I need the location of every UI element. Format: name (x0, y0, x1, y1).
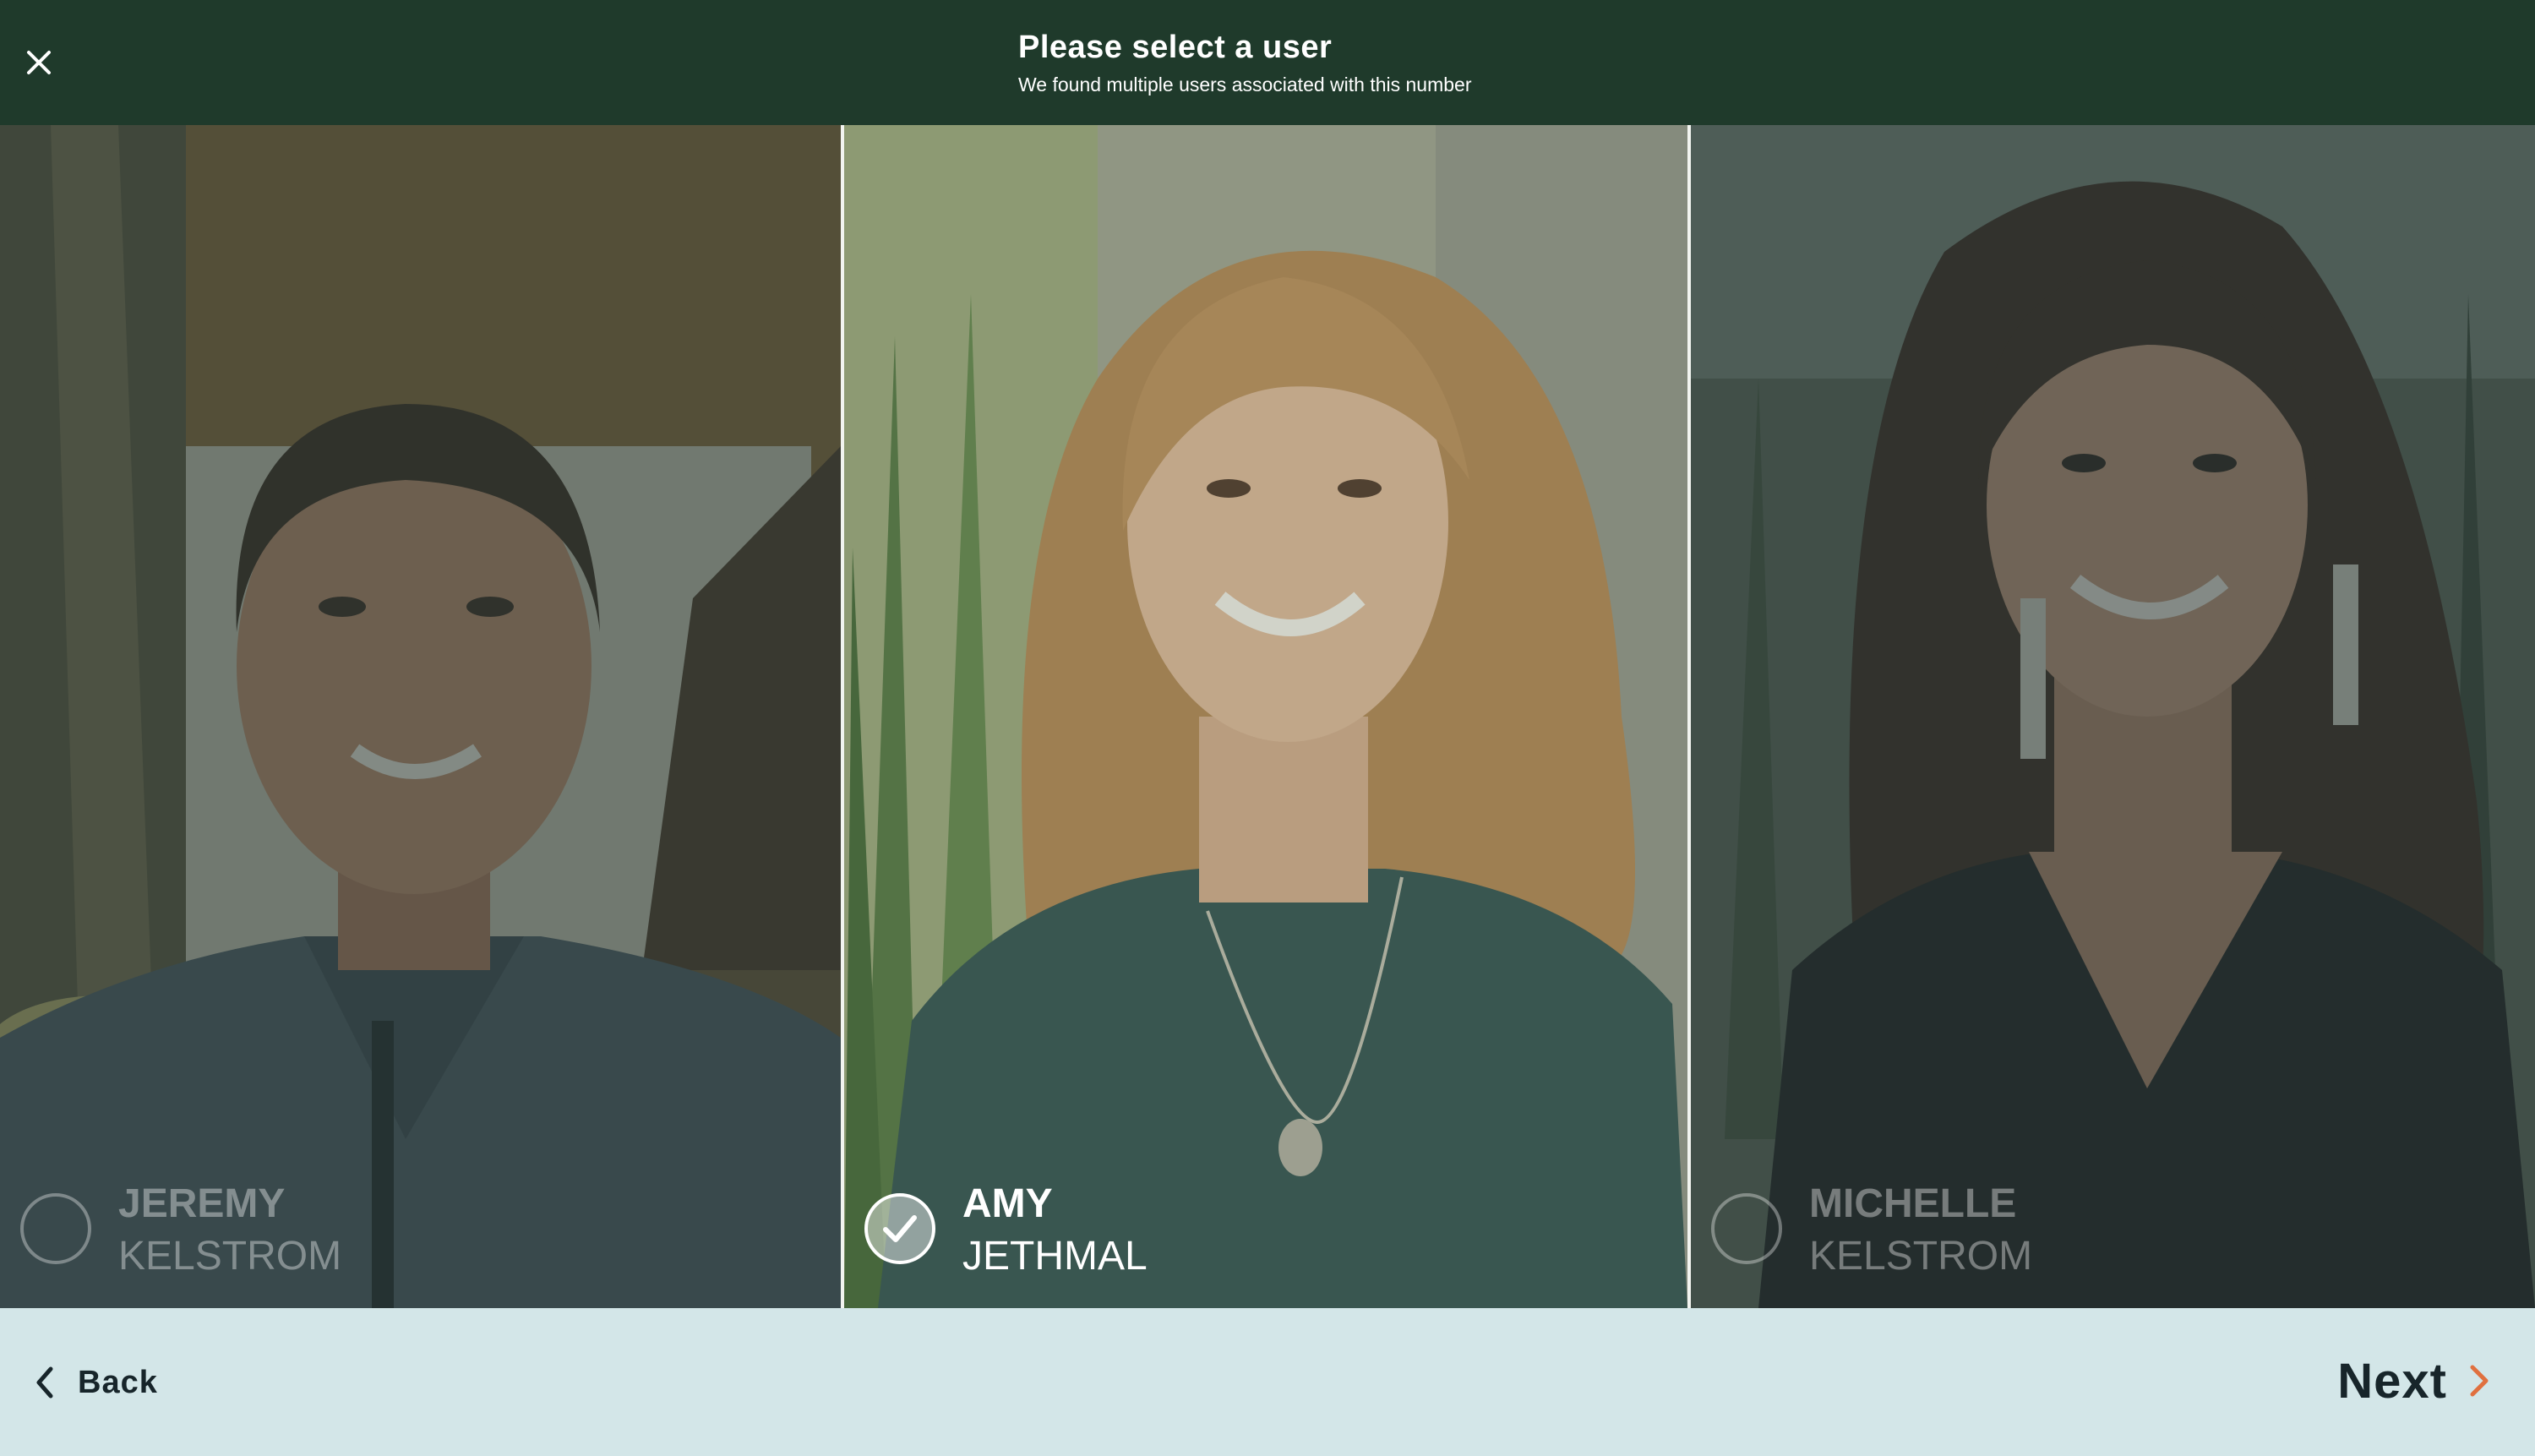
user-first-name: JEREMY (118, 1181, 286, 1226)
next-button[interactable]: Next (2337, 1345, 2491, 1416)
user-last-name: KELSTROM (1809, 1234, 2033, 1279)
user-last-name: KELSTROM (118, 1234, 342, 1279)
footer: Back Next (0, 1308, 2535, 1456)
user-first-name: MICHELLE (1809, 1181, 2017, 1226)
user-card-amy[interactable]: AMY JETHMAL (844, 125, 1687, 1308)
close-icon (27, 51, 51, 74)
radio-checked[interactable] (864, 1193, 935, 1264)
unselected-overlay (0, 125, 841, 1308)
close-button[interactable] (19, 37, 59, 88)
unselected-overlay (1691, 125, 2535, 1308)
title-block: Please select a user We found multiple u… (1018, 25, 1472, 98)
chevron-right-icon (2470, 1365, 2489, 1397)
user-first-name: AMY (962, 1181, 1053, 1226)
check-icon (883, 1215, 917, 1242)
radio-unchecked[interactable] (1711, 1193, 1782, 1264)
selected-overlay (844, 125, 1687, 1308)
user-card-michelle[interactable]: MICHELLE KELSTROM (1691, 125, 2535, 1308)
user-last-name: JETHMAL (962, 1234, 1148, 1279)
page-subtitle: We found multiple users associated with … (1018, 74, 1472, 95)
radio-unchecked[interactable] (20, 1193, 91, 1264)
user-panels: JEREMY KELSTROM AMY JETHMAL MICHELLE KEL… (0, 125, 2535, 1308)
chevron-left-icon (36, 1366, 53, 1399)
page-title: Please select a user (1018, 30, 1333, 65)
header: Please select a user We found multiple u… (0, 0, 2535, 125)
back-button[interactable]: Back (34, 1355, 158, 1410)
user-card-jeremy[interactable]: JEREMY KELSTROM (0, 125, 841, 1308)
back-label: Back (78, 1364, 158, 1400)
next-label: Next (2337, 1353, 2447, 1409)
